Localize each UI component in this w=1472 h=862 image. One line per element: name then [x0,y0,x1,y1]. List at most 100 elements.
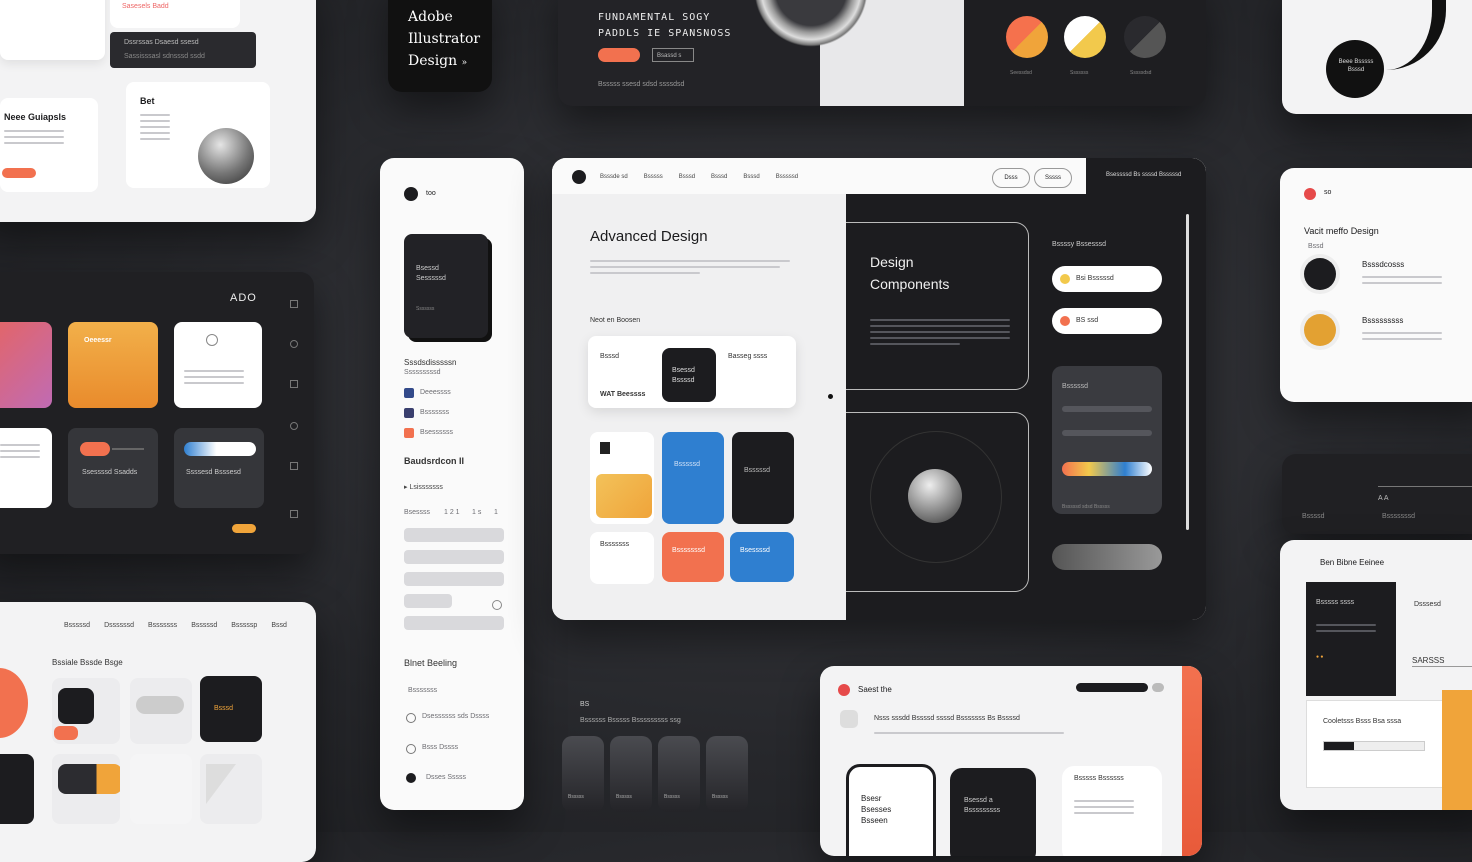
field-value[interactable]: SARSSS [1412,656,1444,665]
knob-icon[interactable] [746,0,876,50]
rail-icon-5[interactable] [290,462,298,470]
pill-toggle-2[interactable]: BS ssd [1052,308,1162,334]
rail-icon-6[interactable] [290,510,298,518]
nav-button-2[interactable]: Sssss [1034,168,1072,188]
tile-2[interactable]: Bsssssd [662,432,724,524]
nav-item-3[interactable]: Bsssd [679,174,695,180]
dark-circle[interactable] [1304,258,1336,290]
info-icon[interactable] [492,600,502,610]
tab-2[interactable]: Dssssssd [104,622,134,629]
form-value-2[interactable]: 1 s [472,508,481,518]
input-field-5[interactable] [404,616,504,630]
orange-circle[interactable] [1304,314,1336,346]
brand-dot-icon[interactable] [1304,188,1316,200]
pill-toggle-1-label: Bsi Bsssssd [1076,275,1114,282]
radio-icon-1[interactable] [406,713,416,723]
tab-1[interactable]: Bsssssd [64,622,90,629]
nav-button-1[interactable]: Dsss [992,168,1030,188]
tile-4[interactable]: Bsssssss [590,532,654,584]
knob-icon[interactable] [908,469,962,523]
tab-4[interactable]: Bsssssd [191,622,217,629]
nav-item-4[interactable]: Bsssd [711,174,727,180]
square-tile-1[interactable] [52,678,120,744]
keycap-3[interactable]: Bsssss [658,736,700,812]
tile-1[interactable] [590,432,654,524]
device-card[interactable]: Bsessd Sesssssd Sssssss [404,234,488,338]
pill-tile[interactable] [130,678,192,744]
swatch-orange[interactable] [1006,16,1048,58]
form-value-3[interactable]: 1 [494,508,498,518]
scrollbar[interactable] [1186,214,1189,530]
keycap-2[interactable]: Bsssss [610,736,652,812]
page-title: Advanced Design [590,228,708,245]
dark-tile[interactable]: Bsssd [200,676,262,742]
device-label: Bsessd Sesssssd [416,265,446,282]
slider-card[interactable]: Bsssssd Bsssssd sdsd Bsssss [1052,366,1162,514]
input-field-4[interactable] [404,594,452,608]
light-card[interactable]: Bsssss Bssssss [1062,766,1162,856]
banner-secondary-button[interactable]: Bsassd s [652,48,694,62]
rail-icon-1[interactable] [290,300,298,308]
keycap-4[interactable]: Bsssss [706,736,748,812]
search-pill[interactable] [1076,683,1148,692]
white-card-2[interactable] [0,428,52,508]
swatch-yellow[interactable] [1064,16,1106,58]
orange-chip[interactable] [232,524,256,533]
tile-6[interactable]: Bsessssd [730,532,794,582]
toggle-card-2[interactable]: Ssssesd Bsssesd [174,428,264,508]
white-card[interactable] [174,322,262,408]
dark-block[interactable]: Bsssss ssss ● ● [1306,582,1396,696]
dark-card[interactable]: Bsessd a Bsssssssss [950,768,1036,856]
gradient-tile[interactable] [0,322,52,408]
rail-icon-2[interactable] [290,340,298,348]
rail-icon-4[interactable] [290,422,298,430]
expand-item[interactable]: Lsisssssss [409,484,442,491]
rail-icon-3[interactable] [290,380,298,388]
input-field-3[interactable] [404,572,504,586]
swatch-dark[interactable] [1124,16,1166,58]
corner-tile[interactable] [200,754,262,824]
brand-dot-icon[interactable] [838,684,850,696]
cta-button[interactable] [2,168,36,178]
radio-icon-2[interactable] [406,744,416,754]
bottom-pill[interactable] [1052,544,1162,570]
list-item-2[interactable]: Bsss Dssss [422,743,458,753]
tab-6[interactable]: Bssd [271,622,287,629]
tab-3[interactable]: Bsssssss [148,622,177,629]
blank-tile[interactable] [130,754,192,824]
gradient-pill-tile[interactable] [52,754,120,824]
input-field-2[interactable] [404,550,504,564]
toggle-card-1-label: Ssessssd Ssadds [82,469,138,476]
tile-3[interactable]: Bsssssd [732,432,794,524]
toggle-switch-2[interactable] [184,442,256,456]
radio-icon-3[interactable] [406,773,416,783]
account-area[interactable]: Bsessssd Bs ssssd Bsssssd [1086,158,1206,194]
nav-item-2[interactable]: Bsssss [644,174,663,180]
feature-center-label: Bsessd Bssssd [672,367,695,384]
list-item-1[interactable]: Dsessssss sds Dssss [422,712,489,722]
toggle-chip[interactable] [1152,683,1164,692]
nav-item-6[interactable]: Bsssssd [776,174,798,180]
tile-5[interactable]: Bsssssssd [662,532,724,582]
nav-item-1[interactable]: Bsssde sd [600,174,628,180]
right-bottom-card: Ben Bibne Eeinee Bsssss ssss ● ● Dsssesd… [1280,540,1472,810]
feature-card[interactable]: Bsssd Bsessd Bssssd Basseg ssss WAT Bees… [588,336,796,408]
phone-mockup[interactable]: Bsesr Bsesses Bsseen [846,764,936,856]
dark-button-group[interactable]: Dssrssas Dsaesd ssesd Sassisssasl sdnsss… [110,32,256,68]
tab-5[interactable]: Bsssssp [231,622,257,629]
keycap-1[interactable]: Bsssss [562,736,604,812]
pill-toggle-1[interactable]: Bsi Bsssssd [1052,266,1162,292]
orange-card[interactable]: Oeeessr [68,322,158,408]
gradient-slider[interactable] [1062,462,1152,476]
panel-subtitle: Nsss sssdd Bssssd ssssd Bsssssss Bs Bsss… [874,715,1020,722]
input-field-1[interactable] [404,528,504,542]
list-item-3[interactable]: Dsses Sssss [426,773,466,783]
toggle-card-1[interactable]: Ssessssd Ssadds [68,428,158,508]
toggle-switch-1[interactable] [80,442,110,456]
brand-logo-icon[interactable] [404,187,418,201]
nav-logo-icon[interactable] [572,170,586,184]
banner-primary-button[interactable] [598,48,640,62]
feature-dark-tile[interactable]: Bsessd Bssssd [662,348,716,402]
nav-item-5[interactable]: Bsssd [743,174,759,180]
form-value-1[interactable]: 1 2 1 [444,508,460,518]
